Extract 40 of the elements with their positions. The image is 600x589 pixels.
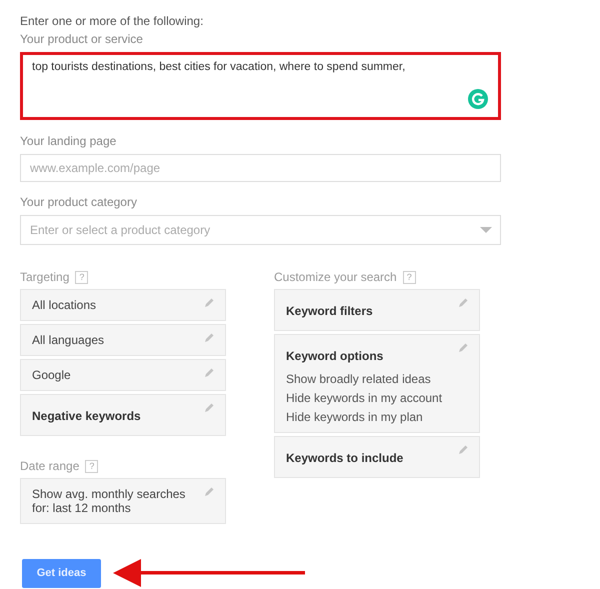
product-field[interactable]: top tourists destinations, best cities for vacation, where to spend summer, [20, 52, 501, 120]
pencil-icon[interactable] [457, 297, 469, 309]
setting-card[interactable]: All languages [20, 324, 226, 356]
card-text: All languages [32, 333, 104, 347]
section-label: Date range [20, 459, 80, 473]
field-label: Your product category [20, 195, 138, 211]
option-text: Hide keywords in my account [286, 391, 442, 405]
setting-card[interactable]: Show avg. monthly searches for: last 12 months [20, 478, 226, 524]
instruction-text: Enter one or more of the following: [20, 14, 204, 30]
grammar-check-icon[interactable] [468, 89, 488, 109]
card-text: Google [32, 368, 71, 382]
card-text: Show avg. monthly searches for: last 12 months [32, 487, 186, 515]
field-value: top tourists destinations, best cities for vacation, where to spend summer, [32, 61, 406, 73]
option-text: Show broadly related ideas [286, 372, 432, 386]
card-heading: Keywords to include [286, 450, 404, 467]
setting-card[interactable]: All locations [20, 289, 226, 321]
pencil-icon[interactable] [203, 297, 215, 309]
option-text: Hide keywords in my plan [286, 410, 424, 424]
pencil-icon[interactable] [203, 402, 215, 414]
pencil-icon[interactable] [203, 367, 215, 379]
setting-card[interactable]: Keyword filters [274, 289, 480, 331]
card-heading: Negative keywords [32, 408, 141, 425]
card-text: All locations [32, 298, 96, 312]
card-heading: Keyword filters [286, 303, 373, 320]
section-label: Customize your search [274, 270, 397, 284]
setting-card[interactable]: Keyword options Show broadly related ideas Hide keywords in my account Hide keywords in my plan [274, 334, 480, 433]
setting-card[interactable]: Negative keywords [20, 394, 226, 436]
pencil-icon[interactable] [457, 444, 469, 456]
pencil-icon[interactable] [457, 342, 469, 354]
field-label: Your landing page [20, 134, 118, 150]
setting-card[interactable]: Google [20, 359, 226, 391]
caret-icon [480, 227, 492, 233]
pencil-icon[interactable] [203, 332, 215, 344]
field-label: Your product or service [20, 32, 144, 48]
category-dropdown[interactable]: Enter or select a product category [20, 215, 501, 245]
url-field[interactable]: www.example.com/page [20, 154, 501, 182]
card-heading: Keyword options [286, 348, 384, 365]
section-label: Targeting [20, 270, 70, 284]
setting-card[interactable]: Keywords to include [274, 436, 480, 478]
pencil-icon[interactable] [203, 486, 215, 498]
